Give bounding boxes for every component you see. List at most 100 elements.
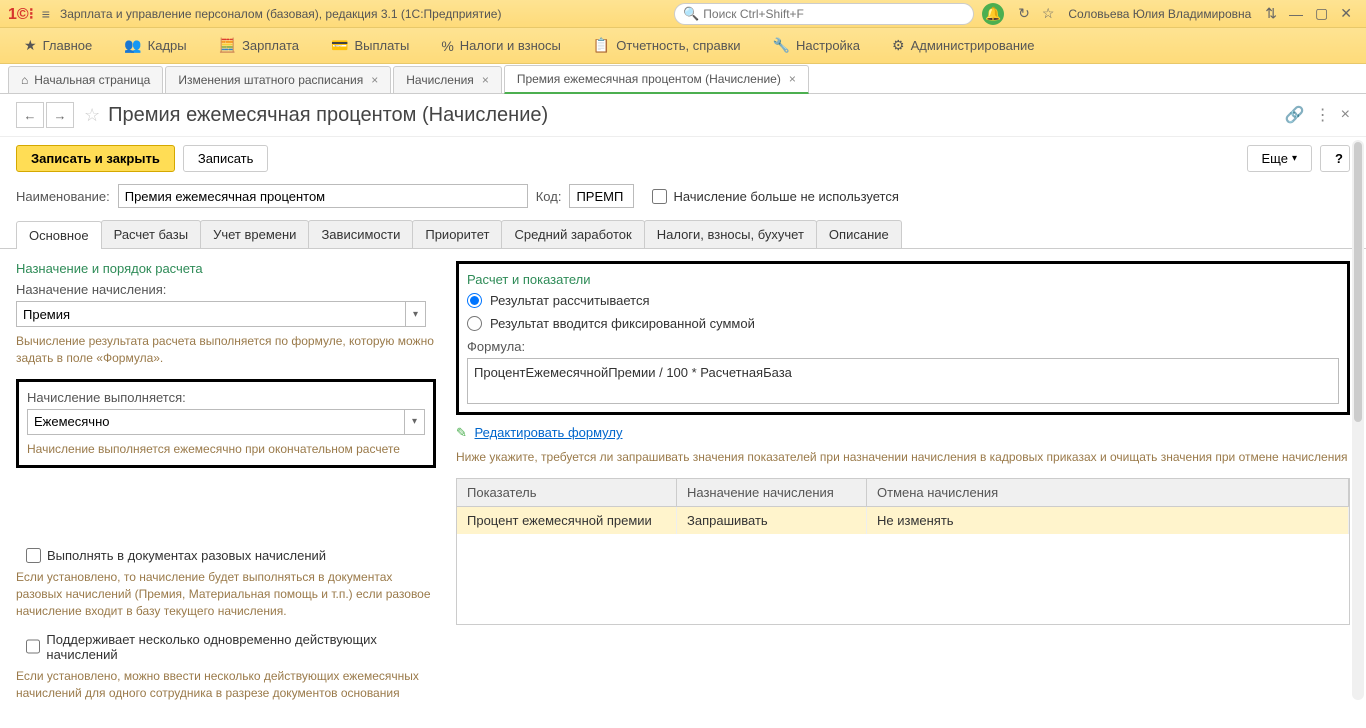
scrollbar[interactable] [1352,140,1364,700]
content: Назначение и порядок расчета Назначение … [0,249,1366,725]
favorite-icon[interactable]: ☆ [1042,5,1055,22]
exec-label: Начисление выполняется: [27,390,425,405]
radio-fixed[interactable] [467,316,482,331]
close-page-icon[interactable]: × [1341,106,1350,124]
page-favorite-icon[interactable]: ☆ [84,105,100,126]
left-column: Назначение и порядок расчета Назначение … [16,261,436,713]
tab-uchet-vremeni[interactable]: Учет времени [200,220,309,248]
radio-calculated[interactable] [467,293,482,308]
purpose-help: Вычисление результата расчета выполняетс… [16,333,436,367]
unused-checkbox[interactable] [652,189,667,204]
page-title: Премия ежемесячная процентом (Начисление… [108,104,1275,127]
tab-staff-changes[interactable]: Изменения штатного расписания× [165,66,391,93]
radio2-label: Результат вводится фиксированной суммой [490,316,755,331]
calc-icon: 🧮 [219,37,236,54]
percent-icon: % [441,38,453,54]
tab-premium[interactable]: Премия ежемесячная процентом (Начисление… [504,65,809,94]
notifications-icon[interactable]: 🔔 [982,3,1004,25]
grid-empty [457,534,1349,624]
save-close-button[interactable]: Записать и закрыть [16,145,175,172]
minimize-icon[interactable]: — [1289,6,1303,22]
search-input[interactable] [703,7,965,21]
star-icon: ★ [24,37,37,54]
tab-zavisimosti[interactable]: Зависимости [308,220,413,248]
doc-icon: 📋 [593,37,610,54]
page-header: ← → ☆ Премия ежемесячная процентом (Начи… [0,94,1366,137]
save-button[interactable]: Записать [183,145,269,172]
menu-zarplata[interactable]: 🧮Зарплата [203,28,315,63]
section-purpose-title: Назначение и порядок расчета [16,261,436,276]
exec-select[interactable]: ▾ [27,409,425,435]
exec-input[interactable] [28,410,404,434]
purpose-select[interactable]: ▾ [16,301,426,327]
history-icon[interactable]: ↻ [1018,5,1030,22]
section-calc-title: Расчет и показатели [467,272,1339,287]
col-indicator[interactable]: Показатель [457,479,677,506]
cb1-help: Если установлено, то начисление будет вы… [16,569,436,619]
cb-multiple[interactable] [26,639,40,654]
menu-nastroyka[interactable]: 🔧Настройка [757,28,876,63]
tab-sredniy[interactable]: Средний заработок [501,220,644,248]
home-icon: ⌂ [21,73,28,87]
hamburger-icon[interactable]: ≡ [42,6,50,22]
grid-help: Ниже укажите, требуется ли запрашивать з… [456,449,1350,466]
cb1-label: Выполнять в документах разовых начислени… [47,548,326,563]
cb-single-docs[interactable] [26,548,41,563]
tab-prioritet[interactable]: Приоритет [412,220,502,248]
close-icon[interactable]: × [789,72,796,86]
tab-accruals[interactable]: Начисления× [393,66,502,93]
formula-box[interactable]: ПроцентЕжемесячнойПремии / 100 * Расчетн… [467,358,1339,404]
tab-home[interactable]: ⌂Начальная страница [8,66,163,93]
close-icon[interactable]: × [482,73,489,87]
chevron-down-icon[interactable]: ▾ [404,410,424,434]
kebab-icon[interactable]: ⋮ [1315,105,1331,125]
name-input[interactable] [118,184,528,208]
tabbar: ⌂Начальная страница Изменения штатного р… [0,64,1366,94]
col-assign[interactable]: Назначение начисления [677,479,867,506]
purpose-input[interactable] [17,302,405,326]
link-icon[interactable]: 🔗 [1285,105,1305,125]
radio1-label: Результат рассчитывается [490,293,650,308]
scrollbar-thumb[interactable] [1354,142,1362,422]
logo-1c: 1©⁝ [8,4,34,24]
cb2-help: Если установлено, можно ввести несколько… [16,668,436,702]
calc-highlight-box: Расчет и показатели Результат рассчитыва… [456,261,1350,415]
edit-formula-link[interactable]: Редактировать формулу [475,425,623,440]
menu-kadry[interactable]: 👥Кадры [108,28,202,63]
menu-vyplaty[interactable]: 💳Выплаты [315,28,425,63]
maximize-icon[interactable]: ▢ [1315,5,1328,22]
help-button[interactable]: ? [1320,145,1350,172]
nav-forward-button[interactable]: → [46,102,74,128]
right-column: Расчет и показатели Результат рассчитыва… [456,261,1350,713]
tab-nalogi[interactable]: Налоги, взносы, бухучет [644,220,817,248]
exec-highlight-box: Начисление выполняется: ▾ Начисление вып… [16,379,436,469]
cb2-label: Поддерживает несколько одновременно дейс… [46,632,436,662]
card-icon: 💳 [331,37,348,54]
username: Соловьева Юлия Владимировна [1068,7,1251,21]
filter-icon[interactable]: ⇅ [1265,5,1277,22]
tab-opisanie[interactable]: Описание [816,220,902,248]
pencil-icon: ✎ [456,425,467,440]
tab-raschet-bazy[interactable]: Расчет базы [101,220,202,248]
grid-header: Показатель Назначение начисления Отмена … [457,479,1349,507]
close-icon[interactable]: × [371,73,378,87]
close-window-icon[interactable]: ✕ [1340,5,1352,22]
nav-back-button[interactable]: ← [16,102,44,128]
chevron-down-icon[interactable]: ▾ [405,302,425,326]
menu-admin[interactable]: ⚙Администрирование [876,28,1051,63]
code-input[interactable] [569,184,634,208]
indicators-grid: Показатель Назначение начисления Отмена … [456,478,1350,625]
app-title: Зарплата и управление персоналом (базова… [60,7,502,21]
tab-osnovnoe[interactable]: Основное [16,221,102,249]
inner-tabs: Основное Расчет базы Учет времени Зависи… [0,212,1366,249]
col-cancel[interactable]: Отмена начисления [867,479,1349,506]
more-button[interactable]: Еще [1247,145,1312,172]
global-search[interactable]: 🔍 [674,3,974,25]
people-icon: 👥 [124,37,141,54]
menu-main[interactable]: ★Главное [8,28,108,63]
menu-nalogi[interactable]: %Налоги и взносы [425,28,577,63]
grid-row[interactable]: Процент ежемесячной премии Запрашивать Н… [457,507,1349,534]
menu-otchet[interactable]: 📋Отчетность, справки [577,28,757,63]
gear-icon: ⚙ [892,37,905,54]
unused-label: Начисление больше не используется [673,189,898,204]
